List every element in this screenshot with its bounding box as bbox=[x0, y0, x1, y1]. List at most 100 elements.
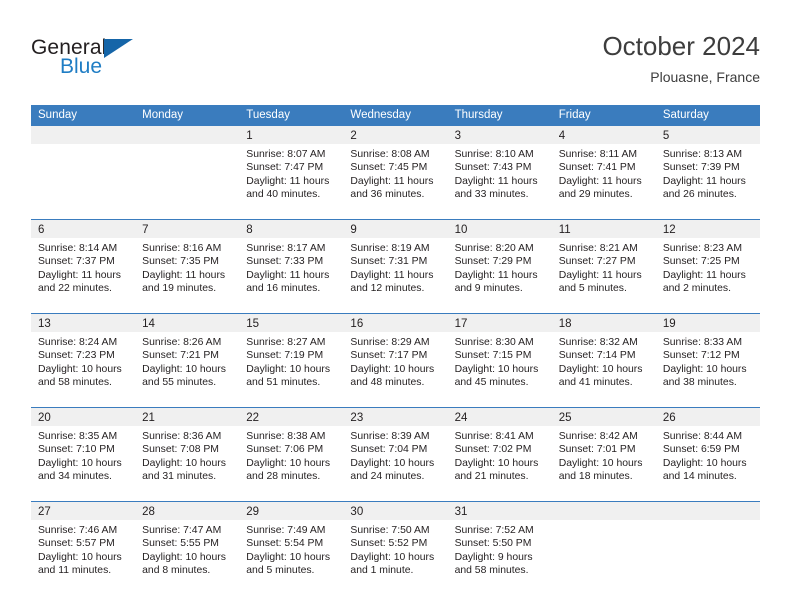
day-cell[interactable]: 2 Sunrise: 8:08 AM Sunset: 7:45 PM Dayli… bbox=[343, 126, 448, 219]
day-details: Sunrise: 8:44 AM Sunset: 6:59 PM Dayligh… bbox=[656, 426, 760, 484]
daylight-text-line1: Daylight: 10 hours bbox=[662, 457, 747, 469]
daylight-text-line1: Daylight: 10 hours bbox=[454, 363, 539, 375]
sunrise-text: Sunrise: 8:21 AM bbox=[558, 243, 638, 254]
day-cell[interactable]: 28 Sunrise: 7:47 AM Sunset: 5:55 PM Dayl… bbox=[135, 502, 240, 591]
sunrise-text: Sunrise: 7:52 AM bbox=[454, 525, 534, 536]
weekday-header-friday: Friday bbox=[558, 109, 591, 121]
weekday-header-saturday: Saturday bbox=[662, 109, 709, 121]
sunrise-text: Sunrise: 7:50 AM bbox=[350, 525, 430, 536]
day-cell[interactable] bbox=[655, 502, 760, 591]
day-cell[interactable]: 1 Sunrise: 8:07 AM Sunset: 7:47 PM Dayli… bbox=[239, 126, 344, 219]
day-cell[interactable]: 26 Sunrise: 8:44 AM Sunset: 6:59 PM Dayl… bbox=[655, 408, 760, 501]
sunrise-text: Sunrise: 8:38 AM bbox=[246, 431, 326, 442]
day-cell[interactable]: 15 Sunrise: 8:27 AM Sunset: 7:19 PM Dayl… bbox=[239, 314, 344, 407]
day-details: Sunrise: 8:16 AM Sunset: 7:35 PM Dayligh… bbox=[135, 238, 239, 296]
weekday-header-thursday: Thursday bbox=[454, 109, 503, 121]
sunrise-text: Sunrise: 7:47 AM bbox=[142, 525, 222, 536]
sunrise-text: Sunrise: 8:13 AM bbox=[662, 149, 742, 160]
sunset-text: Sunset: 7:01 PM bbox=[558, 444, 636, 456]
day-cell[interactable]: 3 Sunrise: 8:10 AM Sunset: 7:43 PM Dayli… bbox=[447, 126, 552, 219]
daylight-text-line2: and 11 minutes. bbox=[38, 565, 112, 577]
day-cell[interactable]: 7 Sunrise: 8:16 AM Sunset: 7:35 PM Dayli… bbox=[135, 220, 240, 313]
daylight-text-line1: Daylight: 10 hours bbox=[38, 551, 122, 563]
day-details: Sunrise: 8:35 AM Sunset: 7:10 PM Dayligh… bbox=[31, 426, 135, 484]
day-number: 4 bbox=[558, 130, 566, 142]
sunset-text: Sunset: 6:59 PM bbox=[662, 444, 740, 456]
day-cell[interactable]: 25 Sunrise: 8:42 AM Sunset: 7:01 PM Dayl… bbox=[551, 408, 656, 501]
daylight-text-line1: Daylight: 10 hours bbox=[350, 363, 435, 375]
sunset-text: Sunset: 7:47 PM bbox=[246, 162, 324, 174]
day-cell[interactable]: 11 Sunrise: 8:21 AM Sunset: 7:27 PM Dayl… bbox=[551, 220, 656, 313]
day-cell[interactable]: 18 Sunrise: 8:32 AM Sunset: 7:14 PM Dayl… bbox=[551, 314, 656, 407]
day-number: 11 bbox=[558, 224, 571, 236]
day-number-band: 25 bbox=[551, 408, 656, 426]
daylight-text-line1: Daylight: 11 hours bbox=[454, 175, 538, 187]
day-cell[interactable]: 29 Sunrise: 7:49 AM Sunset: 5:54 PM Dayl… bbox=[239, 502, 344, 591]
day-cell[interactable]: 30 Sunrise: 7:50 AM Sunset: 5:52 PM Dayl… bbox=[343, 502, 448, 591]
day-cell[interactable]: 21 Sunrise: 8:36 AM Sunset: 7:08 PM Dayl… bbox=[135, 408, 240, 501]
day-details: Sunrise: 8:07 AM Sunset: 7:47 PM Dayligh… bbox=[239, 144, 343, 202]
logo-text-blue: Blue bbox=[60, 55, 103, 78]
general-blue-logo[interactable]: General Blue bbox=[31, 36, 251, 92]
day-cell[interactable] bbox=[135, 126, 240, 219]
day-cell[interactable] bbox=[551, 502, 656, 591]
day-number: 23 bbox=[350, 412, 364, 424]
day-number: 25 bbox=[558, 412, 572, 424]
daylight-text-line2: and 8 minutes. bbox=[142, 565, 211, 577]
day-number: 13 bbox=[38, 318, 51, 330]
day-number: 20 bbox=[38, 412, 51, 424]
day-number: 2 bbox=[350, 130, 357, 142]
calendar-week-row: 20 Sunrise: 8:35 AM Sunset: 7:10 PM Dayl… bbox=[31, 407, 760, 501]
day-number: 15 bbox=[246, 318, 260, 330]
day-number: 24 bbox=[454, 412, 468, 424]
day-number: 10 bbox=[454, 224, 468, 236]
daylight-text-line2: and 33 minutes. bbox=[454, 189, 529, 201]
daylight-text-line1: Daylight: 10 hours bbox=[558, 363, 643, 375]
day-cell[interactable]: 22 Sunrise: 8:38 AM Sunset: 7:06 PM Dayl… bbox=[239, 408, 344, 501]
day-details: Sunrise: 8:42 AM Sunset: 7:01 PM Dayligh… bbox=[552, 426, 656, 484]
day-cell[interactable]: 27 Sunrise: 7:46 AM Sunset: 5:57 PM Dayl… bbox=[31, 502, 136, 591]
day-cell[interactable]: 19 Sunrise: 8:33 AM Sunset: 7:12 PM Dayl… bbox=[655, 314, 760, 407]
day-cell[interactable]: 9 Sunrise: 8:19 AM Sunset: 7:31 PM Dayli… bbox=[343, 220, 448, 313]
day-cell[interactable]: 5 Sunrise: 8:13 AM Sunset: 7:39 PM Dayli… bbox=[655, 126, 760, 219]
day-cell[interactable]: 12 Sunrise: 8:23 AM Sunset: 7:25 PM Dayl… bbox=[655, 220, 760, 313]
day-cell[interactable]: 6 Sunrise: 8:14 AM Sunset: 7:37 PM Dayli… bbox=[31, 220, 136, 313]
daylight-text-line1: Daylight: 10 hours bbox=[350, 457, 435, 469]
day-number: 19 bbox=[662, 318, 676, 330]
day-number-band: 12 bbox=[655, 220, 760, 238]
day-number-band: 6 bbox=[31, 220, 136, 238]
day-cell[interactable]: 10 Sunrise: 8:20 AM Sunset: 7:29 PM Dayl… bbox=[447, 220, 552, 313]
sunset-text: Sunset: 7:45 PM bbox=[350, 162, 428, 174]
day-number-band: 30 bbox=[343, 502, 448, 520]
daylight-text-line2: and 16 minutes. bbox=[246, 283, 321, 295]
day-cell[interactable]: 31 Sunrise: 7:52 AM Sunset: 5:50 PM Dayl… bbox=[447, 502, 552, 591]
day-number: 29 bbox=[246, 506, 260, 518]
sunrise-text: Sunrise: 8:42 AM bbox=[558, 431, 638, 442]
day-number: 18 bbox=[558, 318, 572, 330]
sunset-text: Sunset: 7:43 PM bbox=[454, 162, 532, 174]
day-details: Sunrise: 7:47 AM Sunset: 5:55 PM Dayligh… bbox=[135, 520, 239, 578]
day-cell[interactable]: 4 Sunrise: 8:11 AM Sunset: 7:41 PM Dayli… bbox=[551, 126, 656, 219]
day-cell[interactable]: 13 Sunrise: 8:24 AM Sunset: 7:23 PM Dayl… bbox=[31, 314, 136, 407]
day-cell[interactable]: 8 Sunrise: 8:17 AM Sunset: 7:33 PM Dayli… bbox=[239, 220, 344, 313]
day-number: 17 bbox=[454, 318, 468, 330]
day-cell[interactable]: 20 Sunrise: 8:35 AM Sunset: 7:10 PM Dayl… bbox=[31, 408, 136, 501]
daylight-text-line1: Daylight: 10 hours bbox=[350, 551, 435, 563]
sunset-text: Sunset: 7:21 PM bbox=[142, 350, 219, 362]
sunset-text: Sunset: 7:41 PM bbox=[558, 162, 636, 174]
day-cell[interactable]: 17 Sunrise: 8:30 AM Sunset: 7:15 PM Dayl… bbox=[447, 314, 552, 407]
daylight-text-line1: Daylight: 10 hours bbox=[662, 363, 747, 375]
sunset-text: Sunset: 7:37 PM bbox=[38, 256, 115, 268]
day-cell[interactable]: 14 Sunrise: 8:26 AM Sunset: 7:21 PM Dayl… bbox=[135, 314, 240, 407]
daylight-text-line2: and 31 minutes. bbox=[142, 471, 217, 483]
weekday-header-row: Sunday Monday Tuesday Wednesday Thursday… bbox=[31, 105, 760, 125]
daylight-text-line2: and 5 minutes. bbox=[246, 565, 315, 577]
sunrise-text: Sunrise: 8:19 AM bbox=[350, 243, 430, 254]
day-cell[interactable]: 24 Sunrise: 8:41 AM Sunset: 7:02 PM Dayl… bbox=[447, 408, 552, 501]
daylight-text-line1: Daylight: 10 hours bbox=[38, 457, 122, 469]
day-cell[interactable]: 16 Sunrise: 8:29 AM Sunset: 7:17 PM Dayl… bbox=[343, 314, 448, 407]
weekday-header-wednesday: Wednesday bbox=[350, 109, 411, 121]
daylight-text-line1: Daylight: 11 hours bbox=[246, 269, 330, 281]
day-cell[interactable]: 23 Sunrise: 8:39 AM Sunset: 7:04 PM Dayl… bbox=[343, 408, 448, 501]
day-cell[interactable] bbox=[31, 126, 136, 219]
